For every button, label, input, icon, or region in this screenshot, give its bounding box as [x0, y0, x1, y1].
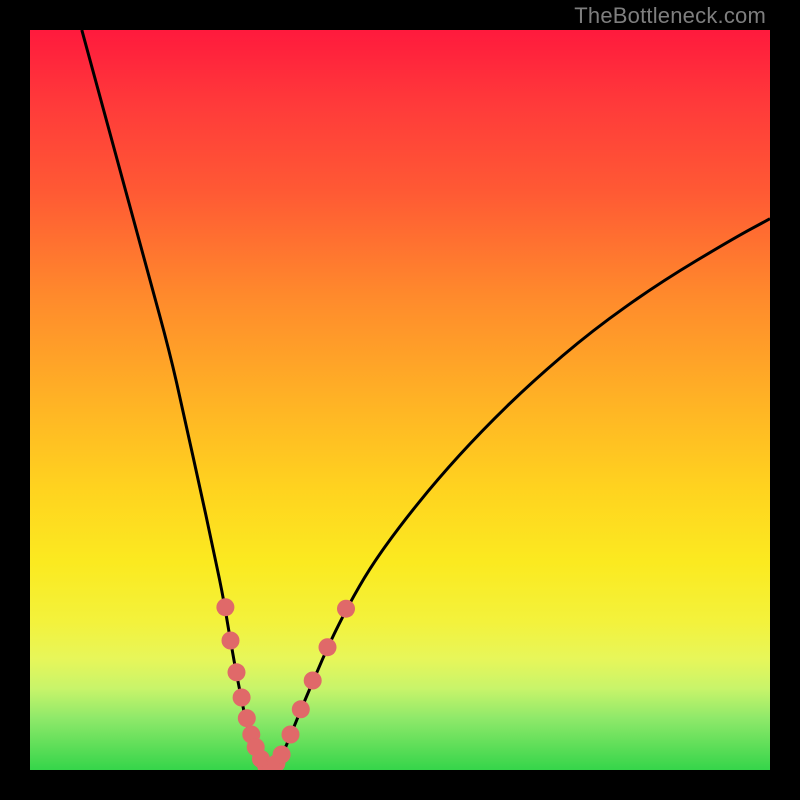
highlight-dot: [319, 638, 337, 656]
highlight-dot: [292, 700, 310, 718]
highlight-dot: [216, 598, 234, 616]
highlight-dot: [233, 689, 251, 707]
chart-frame: TheBottleneck.com: [0, 0, 800, 800]
highlight-dot: [337, 600, 355, 618]
highlight-dot: [304, 672, 322, 690]
bottleneck-curve: [30, 30, 770, 770]
highlight-dot: [222, 632, 240, 650]
highlight-dot: [273, 746, 291, 764]
plot-area: [30, 30, 770, 770]
highlight-dot: [228, 663, 246, 681]
highlight-dot: [282, 726, 300, 744]
highlight-dot: [238, 709, 256, 727]
curve-path: [82, 30, 770, 769]
watermark-text: TheBottleneck.com: [574, 3, 766, 29]
